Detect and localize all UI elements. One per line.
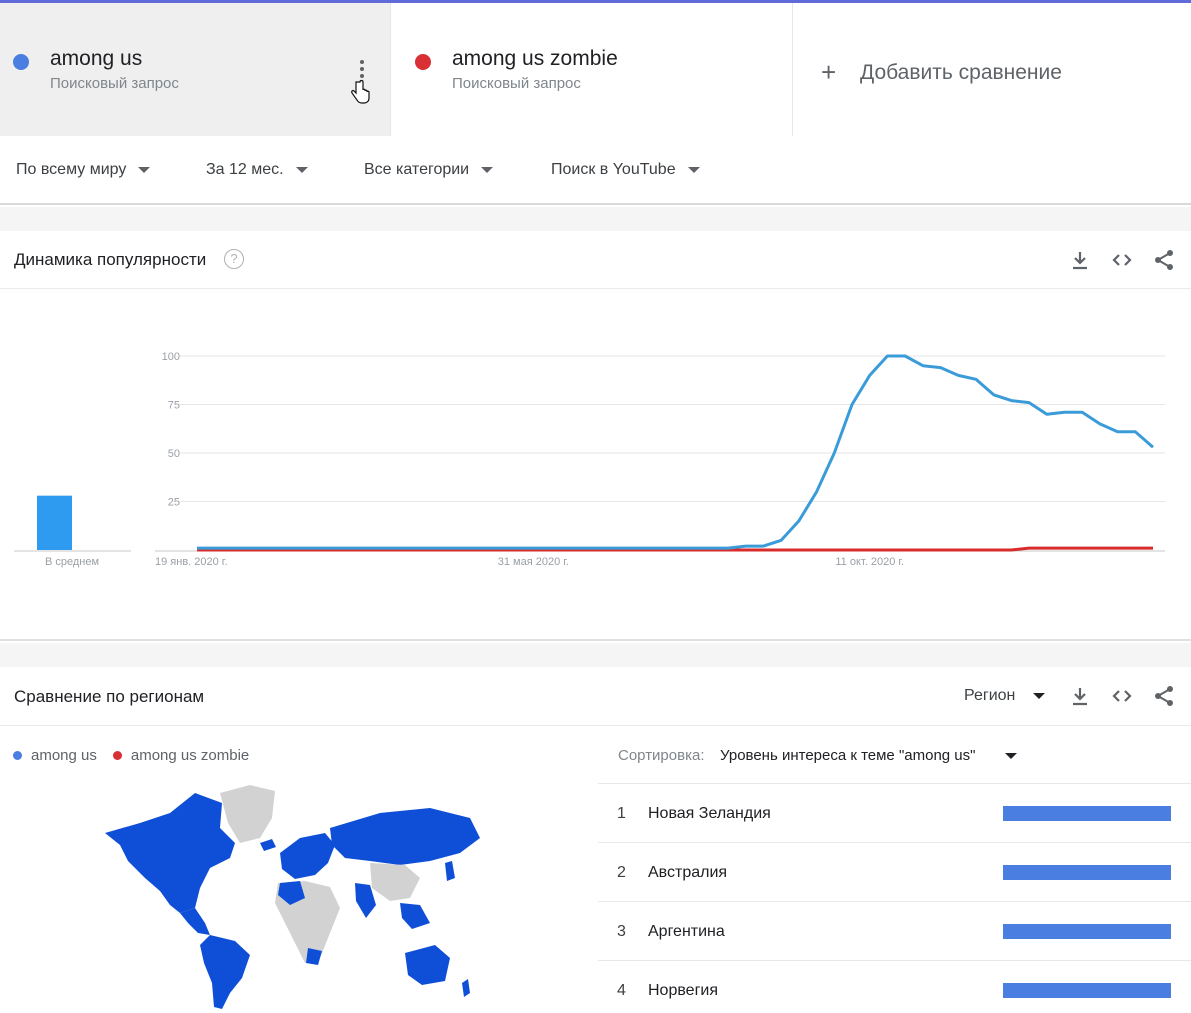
- term-1-name: among us: [50, 47, 143, 70]
- term-card-2[interactable]: among us zombie Поисковый запрос: [391, 3, 793, 136]
- region-rank: 1: [617, 805, 626, 822]
- region-row[interactable]: 4 Норвегия: [598, 961, 1191, 1013]
- legend-label: among us: [31, 747, 97, 764]
- chevron-down-icon: [481, 167, 494, 173]
- filter-search-type[interactable]: Поиск в YouTube: [551, 161, 700, 179]
- legend-dot: [112, 751, 122, 760]
- region-resolution-select[interactable]: Регион: [964, 687, 1046, 705]
- region-row[interactable]: 2 Австралия: [598, 843, 1191, 902]
- help-icon[interactable]: ?: [224, 249, 244, 269]
- map-legend: among us among us zombie: [13, 747, 265, 764]
- y-tick-label: 50: [168, 448, 180, 460]
- filter-category-label: Все категории: [364, 161, 470, 178]
- y-tick-label: 100: [162, 351, 180, 363]
- region-row[interactable]: 1 Новая Зеландия: [598, 784, 1191, 843]
- term-2-name: among us zombie: [452, 47, 618, 70]
- term-2-color-dot: [415, 54, 431, 70]
- share-icon[interactable]: [1152, 684, 1176, 708]
- legend-item-term-1: among us: [13, 747, 97, 764]
- section-gap: [0, 207, 1191, 231]
- region-rank: 2: [617, 864, 626, 881]
- region-row[interactable]: 3 Аргентина: [598, 902, 1191, 961]
- interest-title: Динамика популярности: [14, 250, 207, 269]
- filter-time[interactable]: За 12 мес.: [206, 161, 308, 179]
- x-tick-label: 11 окт. 2020 г.: [835, 556, 904, 568]
- region-interest-bar: [1003, 865, 1171, 880]
- embed-icon[interactable]: [1110, 684, 1134, 708]
- filter-location-label: По всему миру: [16, 161, 127, 178]
- share-icon[interactable]: [1152, 248, 1176, 272]
- sort-value: Уровень интереса к теме "among us": [720, 747, 976, 764]
- download-icon[interactable]: [1068, 684, 1092, 708]
- filter-category[interactable]: Все категории: [364, 161, 494, 179]
- chevron-down-icon: [1005, 753, 1017, 759]
- filter-bar: По всему миру За 12 мес. Все категории П…: [0, 137, 1191, 205]
- filter-search-type-label: Поиск в YouTube: [551, 161, 676, 178]
- region-name: Австралия: [648, 864, 728, 881]
- average-bar: [37, 495, 72, 550]
- sort-bar[interactable]: Сортировка: Уровень интереса к теме "amo…: [598, 727, 1191, 784]
- region-interest-bar: [1003, 983, 1171, 998]
- chevron-down-icon: [1033, 693, 1046, 699]
- download-icon[interactable]: [1068, 248, 1092, 272]
- region-name: Норвегия: [648, 982, 719, 999]
- filter-time-label: За 12 мес.: [206, 161, 284, 178]
- sort-label: Сортировка:: [618, 747, 705, 764]
- term-1-color-dot: [13, 54, 29, 70]
- average-label: В среднем: [45, 556, 99, 568]
- term-2-type: Поисковый запрос: [452, 75, 581, 92]
- region-name: Аргентина: [648, 923, 725, 940]
- term-1-type: Поисковый запрос: [50, 75, 179, 92]
- x-tick-label: 31 мая 2020 г.: [498, 556, 569, 568]
- world-map[interactable]: [100, 783, 500, 1013]
- chevron-down-icon: [687, 167, 700, 173]
- add-comparison-label: Добавить сравнение: [860, 61, 1062, 84]
- y-tick-label: 25: [168, 497, 180, 509]
- region-comparison-card: Сравнение по регионам Регион among us am…: [0, 667, 1191, 1013]
- region-interest-bar: [1003, 924, 1171, 939]
- region-rank: 4: [617, 982, 626, 999]
- embed-icon[interactable]: [1110, 248, 1134, 272]
- regions-title: Сравнение по регионам: [14, 687, 205, 706]
- term-card-1[interactable]: among us Поисковый запрос: [0, 3, 391, 136]
- chevron-down-icon: [138, 167, 151, 173]
- filter-location[interactable]: По всему миру: [16, 161, 151, 179]
- y-tick-label: 75: [168, 400, 180, 412]
- x-tick-label: 19 янв. 2020 г.: [155, 556, 228, 568]
- plus-icon: +: [821, 57, 837, 87]
- chevron-down-icon: [295, 167, 308, 173]
- hand-cursor-icon: [351, 79, 370, 104]
- legend-item-term-2: among us zombie: [112, 747, 250, 764]
- region-select-label: Регион: [964, 687, 1016, 704]
- section-gap: [0, 643, 1191, 667]
- region-interest-bar: [1003, 806, 1171, 821]
- add-comparison-button[interactable]: + Добавить сравнение: [793, 3, 1191, 136]
- region-rank: 3: [617, 923, 626, 940]
- legend-dot: [13, 751, 22, 760]
- legend-label: among us zombie: [130, 747, 250, 764]
- series-line-1: [197, 354, 1154, 550]
- interest-chart: 100 75 50 25 19 янв. 2020 г. 31 мая 2020 г. 11…: [14, 351, 1165, 568]
- region-name: Новая Зеландия: [648, 805, 771, 822]
- interest-over-time-card: Динамика популярности ? 100 75 50 25 19 янв.…: [0, 231, 1191, 641]
- header-divider: [0, 725, 1191, 726]
- comparison-terms: among us Поисковый запрос among us zombi…: [0, 3, 1191, 136]
